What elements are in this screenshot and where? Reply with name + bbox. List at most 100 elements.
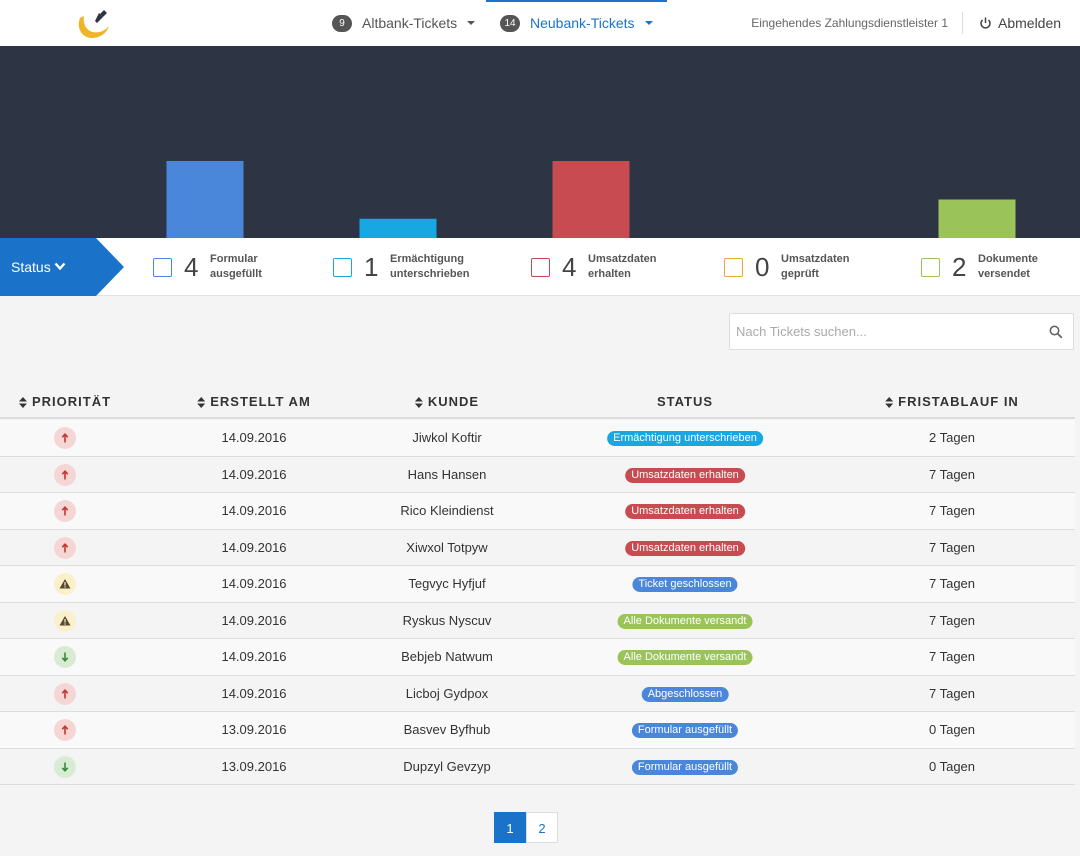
warning-icon <box>59 615 71 625</box>
arrow-up-icon <box>61 433 69 443</box>
deadline-value: 7 Tagen <box>928 466 976 482</box>
status-label-line1: Dokumente <box>978 253 1038 265</box>
table-row[interactable]: 14.09.2016 Xiwxol Totpyw Umsatzdaten erhal… <box>0 530 1075 566</box>
priority-indicator <box>54 500 76 522</box>
tab-altbank-tickets[interactable]: 9 Altbank-Tickets <box>332 0 476 46</box>
provider-name: Eingehendes Zahlungsdienstleister 1 <box>751 16 948 30</box>
status-count: 4 <box>184 251 199 282</box>
deadline-value: 0 Tagen <box>928 758 976 774</box>
table-row[interactable]: 14.09.2016 Bebjeb Natwum Alle Dokumente ve… <box>0 639 1075 676</box>
filter-checkbox[interactable] <box>153 257 172 277</box>
status-badge: Umsatzdaten erhalten <box>625 467 745 483</box>
deadline-value: 7 Tagen <box>928 503 976 518</box>
top-navbar: 9 Altbank-Tickets 14 Neubank-Tickets Ein… <box>0 0 1080 46</box>
customer-name: Basvev Byfhub <box>403 722 491 737</box>
sort-icon <box>197 397 206 409</box>
status-label: Formular ausgefüllt <box>210 252 262 282</box>
status-label-line1: Umsatzdaten <box>588 253 657 265</box>
status-badge: Formular ausgefüllt <box>631 723 739 738</box>
status-label-line1: Umsatzdaten <box>781 253 850 265</box>
search-icon[interactable] <box>1049 325 1063 339</box>
priority-indicator <box>54 646 76 668</box>
created-date: 14.09.2016 <box>221 685 287 701</box>
customer-name: Jiwkol Koftir <box>412 430 482 445</box>
page-button-1[interactable]: 1 <box>494 812 526 843</box>
customer-name: Hans Hansen <box>407 466 487 482</box>
table-row[interactable]: 13.09.2016 Dupzyl Gevzyp Formular ausgefül… <box>0 749 1075 785</box>
arrow-down-icon <box>61 652 69 662</box>
customer-name: Dupzyl Gevzyp <box>403 758 491 774</box>
table-row[interactable]: 14.09.2016 Rico Kleindienst Umsatzdaten er… <box>0 493 1075 530</box>
altbank-count-badge: 9 <box>332 14 352 32</box>
table-row[interactable]: 14.09.2016 Licboj Gydpox Abgeschlossen 7 Ta… <box>0 676 1075 712</box>
arrow-up-icon <box>61 725 69 735</box>
status-count: 0 <box>755 251 770 282</box>
status-filter-item[interactable]: 0 Umsatzdaten geprüft <box>724 238 849 296</box>
filter-checkbox[interactable] <box>333 257 352 277</box>
arrow-up-icon <box>61 542 69 552</box>
created-date: 13.09.2016 <box>221 722 287 737</box>
filter-checkbox[interactable] <box>724 257 743 277</box>
table-row[interactable]: 14.09.2016 Hans Hansen Umsatzdaten erhalte… <box>0 457 1075 493</box>
search-input[interactable] <box>730 314 1040 349</box>
status-badge: Ermächtigung unterschrieben <box>607 431 763 446</box>
chart-bar-3 <box>552 161 630 238</box>
chart-bar-5 <box>938 199 1016 238</box>
customer-name: Xiwxol Totpyw <box>406 539 488 555</box>
status-filter-item[interactable]: 2 Dokumente versendet <box>921 238 1038 296</box>
deadline-value: 2 Tagen <box>928 430 976 445</box>
table-row[interactable]: 14.09.2016 Jiwkol Koftir Ermächtigung unte… <box>0 420 1075 457</box>
logout-button[interactable]: Abmelden <box>979 0 1061 46</box>
status-filter-item[interactable]: 4 Umsatzdaten erhalten <box>531 238 656 296</box>
sort-icon <box>18 397 27 409</box>
arrow-up-icon <box>61 506 69 516</box>
column-header-kunde[interactable]: KUNDE <box>414 383 479 419</box>
sort-icon <box>885 397 894 409</box>
column-header-erstellt[interactable]: ERSTELLT AM <box>197 383 311 419</box>
customer-name: Tegvyc Hyfjuf <box>408 576 486 591</box>
priority-indicator <box>54 755 76 778</box>
status-filter-item[interactable]: 4 Formular ausgefüllt <box>153 238 262 296</box>
deadline-value: 7 Tagen <box>928 576 976 591</box>
status-count: 2 <box>952 251 967 282</box>
tab-neubank-tickets[interactable]: 14 Neubank-Tickets <box>486 0 667 46</box>
status-badge: Alle Dokumente versandt <box>617 613 753 629</box>
logo[interactable] <box>74 8 112 42</box>
caret-down-icon <box>644 21 653 25</box>
created-date: 14.09.2016 <box>221 466 287 482</box>
deadline-value: 0 Tagen <box>928 722 976 737</box>
table-row[interactable]: 14.09.2016 Ryskus Nyscuv Alle Dokumente ve… <box>0 603 1075 639</box>
status-filter-item[interactable]: 1 Ermächtigung unterschrieben <box>333 238 469 296</box>
ticket-table-header: PRIORITÄT ERSTELLT AM KUNDE STATUS FRIST… <box>0 383 1075 419</box>
deadline-value: 7 Tagen <box>928 539 976 555</box>
priority-indicator <box>54 536 76 559</box>
created-date: 14.09.2016 <box>221 430 287 445</box>
priority-indicator <box>54 609 76 632</box>
status-count: 1 <box>364 251 379 282</box>
filter-checkbox[interactable] <box>921 257 940 277</box>
arrow-down-icon <box>61 762 69 772</box>
tab-neubank-label: Neubank-Tickets <box>530 15 635 31</box>
status-label: Dokumente versendet <box>978 252 1038 282</box>
status-label-line2: versendet <box>978 268 1030 280</box>
filter-checkbox[interactable] <box>531 257 550 277</box>
status-label-line2: unterschrieben <box>390 268 470 280</box>
tab-altbank-label: Altbank-Tickets <box>362 15 458 31</box>
nav-divider <box>962 12 963 34</box>
column-header-frist[interactable]: FRISTABLAUF IN <box>885 383 1019 419</box>
table-row[interactable]: 14.09.2016 Tegvyc Hyfjuf Ticket geschlosse… <box>0 566 1075 603</box>
neubank-count-badge: 14 <box>500 14 520 32</box>
created-date: 14.09.2016 <box>221 503 287 518</box>
sort-icon <box>414 397 423 409</box>
caret-down-icon <box>467 21 476 25</box>
ticket-table-body: 14.09.2016 Jiwkol Koftir Ermächtigung unte… <box>0 420 1075 785</box>
table-row[interactable]: 13.09.2016 Basvev Byfhub Formular ausgefül… <box>0 712 1075 749</box>
page-button-2[interactable]: 2 <box>526 812 558 843</box>
customer-name: Rico Kleindienst <box>400 503 494 518</box>
column-header-prioritaet[interactable]: PRIORITÄT <box>18 383 111 419</box>
status-badge: Formular ausgefüllt <box>631 759 739 775</box>
status-dropdown-button[interactable]: Status <box>0 238 124 296</box>
status-badge: Umsatzdaten erhalten <box>625 540 745 556</box>
status-label: Umsatzdaten geprüft <box>781 252 849 282</box>
status-label-line1: Formular <box>210 253 258 265</box>
